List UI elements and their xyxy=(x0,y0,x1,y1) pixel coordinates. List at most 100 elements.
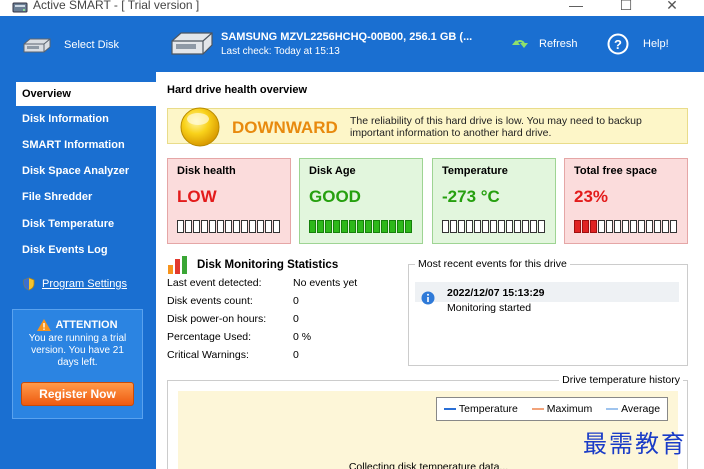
temperature-history-title: Drive temperature history xyxy=(559,374,683,386)
level-segment xyxy=(405,220,412,233)
watermark: 最需教育 xyxy=(583,430,687,458)
card-label: Disk Age xyxy=(309,165,356,177)
refresh-button[interactable]: Refresh xyxy=(511,38,578,50)
sidebar-item-disk-information[interactable]: Disk Information xyxy=(0,107,156,131)
level-segment xyxy=(209,220,216,233)
sidebar-item-disk-temperature[interactable]: Disk Temperature xyxy=(0,212,156,236)
attention-message: You are running a trial version. You hav… xyxy=(28,333,127,368)
level-segment xyxy=(482,220,489,233)
info-icon xyxy=(421,291,435,305)
program-settings-label: Program Settings xyxy=(42,278,127,290)
legend-swatch xyxy=(531,408,544,410)
level-segment xyxy=(225,220,232,233)
status-orb-icon xyxy=(180,107,220,147)
program-settings-link[interactable]: Program Settings xyxy=(22,277,127,291)
help-icon: ? xyxy=(607,33,629,55)
refresh-label: Refresh xyxy=(539,38,578,50)
level-segment xyxy=(373,220,380,233)
level-segment xyxy=(365,220,372,233)
level-segment xyxy=(538,220,545,233)
level-segment xyxy=(590,220,597,233)
level-segment xyxy=(654,220,661,233)
level-segment xyxy=(442,220,449,233)
level-segment xyxy=(574,220,581,233)
level-segment xyxy=(614,220,621,233)
level-segment xyxy=(317,220,324,233)
main-panel: Hard drive health overview DOWNWARD The … xyxy=(156,72,704,469)
sidebar-item-disk-space-analyzer[interactable]: Disk Space Analyzer xyxy=(0,159,156,183)
level-segment xyxy=(582,220,589,233)
recent-events-panel: Most recent events for this drive 2022/1… xyxy=(408,258,688,366)
legend-average: Average xyxy=(606,403,660,415)
card-label: Temperature xyxy=(442,165,508,177)
level-segment xyxy=(474,220,481,233)
window-title: Active SMART - [ Trial version ] xyxy=(33,0,200,12)
level-segment xyxy=(249,220,256,233)
level-segment xyxy=(333,220,340,233)
level-segment xyxy=(185,220,192,233)
sidebar-item-overview[interactable]: Overview xyxy=(16,82,156,106)
level-segment xyxy=(381,220,388,233)
health-alert: DOWNWARD The reliability of this hard dr… xyxy=(167,107,688,147)
level-segment xyxy=(598,220,605,233)
level-segment xyxy=(241,220,248,233)
level-segment xyxy=(397,220,404,233)
level-segment xyxy=(325,220,332,233)
warning-icon xyxy=(37,319,52,331)
level-segment xyxy=(622,220,629,233)
level-segment xyxy=(458,220,465,233)
help-button[interactable]: ? Help! xyxy=(607,33,669,55)
level-segment xyxy=(638,220,645,233)
page-title: Hard drive health overview xyxy=(167,84,307,96)
card-label: Total free space xyxy=(574,165,657,177)
level-segment xyxy=(257,220,264,233)
level-segment xyxy=(341,220,348,233)
events-title: Most recent events for this drive xyxy=(415,258,570,270)
select-disk-button[interactable]: Select Disk xyxy=(22,36,119,54)
sidebar-item-file-shredder[interactable]: File Shredder xyxy=(0,185,156,209)
minimize-button[interactable]: — xyxy=(553,0,599,13)
card-value: GOOD xyxy=(309,187,361,206)
close-button[interactable]: ✕ xyxy=(649,0,695,14)
card-label: Disk health xyxy=(177,165,236,177)
current-drive: SAMSUNG MZVL2256HCHQ-00B00, 256.1 GB (..… xyxy=(170,30,472,59)
select-disk-label: Select Disk xyxy=(64,39,120,51)
level-segment xyxy=(265,220,272,233)
level-segment xyxy=(506,220,513,233)
level-segment xyxy=(514,220,521,233)
level-bar xyxy=(574,220,677,233)
level-segment xyxy=(530,220,537,233)
collecting-status: Collecting disk temperature data... xyxy=(348,461,509,469)
level-segment xyxy=(490,220,497,233)
temperature-legend: Temperature Maximum Average xyxy=(436,397,668,421)
sidebar-item-smart-information[interactable]: SMART Information xyxy=(0,133,156,157)
legend-swatch xyxy=(606,408,619,410)
level-bar xyxy=(309,220,412,233)
level-segment xyxy=(309,220,316,233)
legend-swatch xyxy=(443,408,456,410)
svg-text:?: ? xyxy=(614,37,622,52)
level-segment xyxy=(646,220,653,233)
level-segment xyxy=(389,220,396,233)
legend-maximum: Maximum xyxy=(531,403,592,415)
level-segment xyxy=(606,220,613,233)
level-segment xyxy=(630,220,637,233)
drive-name: SAMSUNG MZVL2256HCHQ-00B00, 256.1 GB (..… xyxy=(221,31,473,43)
maximize-button[interactable]: ☐ xyxy=(603,0,649,14)
level-segment xyxy=(450,220,457,233)
level-bar xyxy=(177,220,280,233)
stats-title: Disk Monitoring Statistics xyxy=(167,255,338,275)
card-free-space: Total free space 23% xyxy=(564,158,688,244)
sidebar: Overview Disk Information SMART Informat… xyxy=(0,72,156,469)
bar-chart-icon xyxy=(168,256,187,274)
card-value: -273 °C xyxy=(442,187,500,206)
register-now-button[interactable]: Register Now xyxy=(21,382,134,406)
level-segment xyxy=(217,220,224,233)
health-status: DOWNWARD xyxy=(232,118,338,137)
level-segment xyxy=(522,220,529,233)
sidebar-item-disk-events-log[interactable]: Disk Events Log xyxy=(0,238,156,262)
event-time: 2022/12/07 15:13:29 xyxy=(447,287,545,299)
card-disk-age: Disk Age GOOD xyxy=(299,158,423,244)
help-label: Help! xyxy=(643,38,669,50)
disk-icon xyxy=(23,38,51,53)
